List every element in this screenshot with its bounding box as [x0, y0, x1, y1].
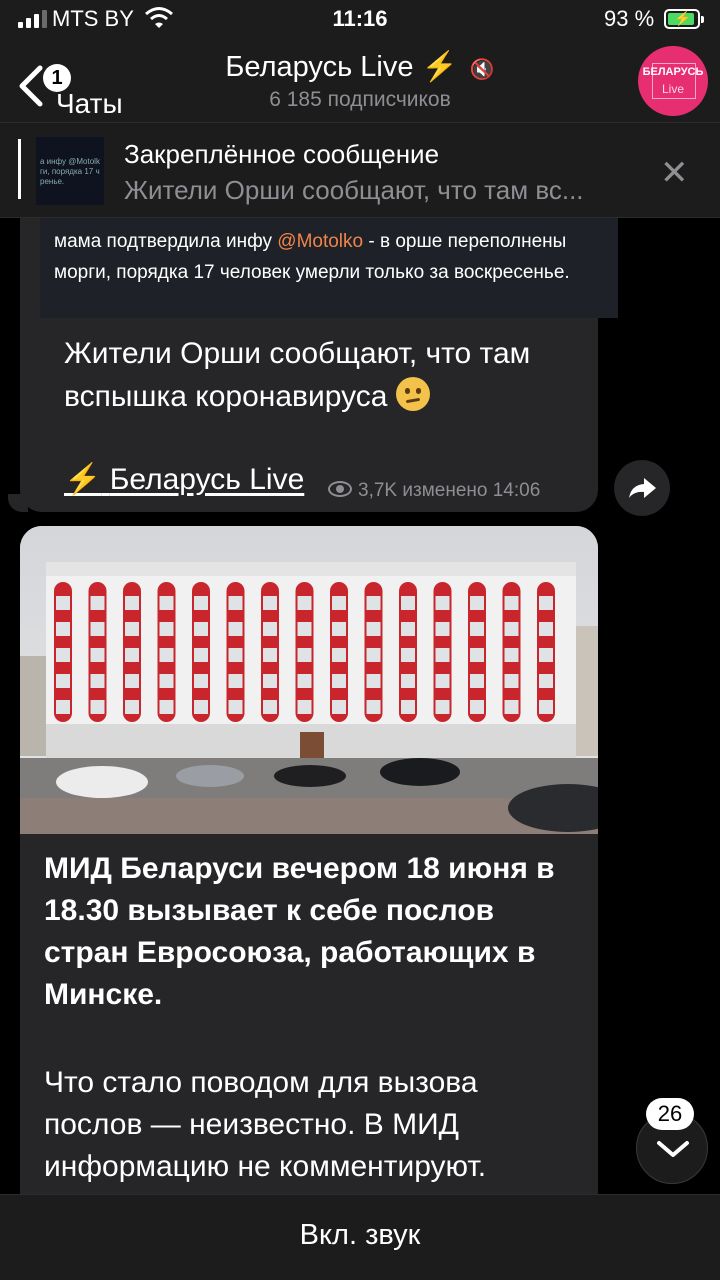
share-button[interactable]	[614, 460, 670, 516]
channel-avatar[interactable]: БЕЛАРУСЬ Live	[638, 46, 708, 116]
close-icon[interactable]: ✕	[660, 153, 689, 193]
lightning-icon: ⚡	[64, 463, 102, 496]
pinned-message-bar[interactable]: а инфу @Motolk ги, порядка 17 ч ренье. З…	[0, 122, 720, 218]
forward-arrow-icon	[629, 478, 656, 498]
channel-title[interactable]: Беларусь Live ⚡ 🔇	[0, 50, 720, 84]
avatar-line2: Live	[661, 82, 684, 96]
battery-icon: ⚡	[664, 9, 704, 29]
unmute-button[interactable]: Вкл. звук	[0, 1219, 720, 1252]
message-bubble[interactable]: мама подтвердила инфу @Motolko - в орше …	[20, 218, 618, 512]
channel-signature-link[interactable]: ⚡ Беларусь Live	[64, 462, 304, 497]
ministry-building-photo[interactable]	[20, 526, 598, 834]
message-list[interactable]: мама подтвердила инфу @Motolko - в орше …	[0, 218, 720, 1194]
mention-link: @Motolko	[277, 231, 364, 252]
pinned-indicator	[18, 139, 21, 199]
bottom-bar: Вкл. звук	[0, 1194, 720, 1280]
muted-speaker-icon: 🔇	[469, 59, 495, 81]
edited-time: изменено 14:06	[402, 480, 541, 501]
message-text: Жители Орши сообщают, что там вспышка ко…	[64, 337, 531, 413]
channel-name: Беларусь Live	[225, 51, 414, 83]
chat-header: 1 Чаты Беларусь Live ⚡ 🔇 6 185 подписчик…	[0, 40, 720, 122]
subscriber-count: 6 185 подписчиков	[269, 88, 451, 111]
message-text: Что стало поводом для вызова послов — не…	[44, 1066, 487, 1183]
pinned-preview: Жители Орши сообщают, что там вс...	[124, 175, 584, 205]
quoted-tweet-text: мама подтвердила инфу @Motolko - в орше …	[54, 231, 570, 283]
view-count: 3,7K	[358, 480, 398, 501]
message-meta: 3,7K изменено 14:06	[328, 480, 540, 502]
pinned-title: Закреплённое сообщение	[124, 139, 440, 169]
unread-count-badge: 26	[646, 1098, 694, 1130]
message-headline: МИД Беларуси вечером 18 июня в 18.30 выз…	[44, 852, 555, 1011]
eye-icon	[328, 481, 352, 497]
pinned-thumbnail: а инфу @Motolk ги, порядка 17 ч ренье.	[36, 137, 104, 205]
status-bar: MTS BY 11:16 93 % ⚡	[0, 0, 720, 40]
message-bubble[interactable]: МИД Беларуси вечером 18 июня в 18.30 выз…	[20, 526, 598, 1194]
battery-percent: 93 %	[604, 6, 655, 31]
lightning-icon: ⚡	[421, 51, 458, 83]
avatar-line1: БЕЛАРУСЬ	[642, 66, 704, 78]
confused-face-emoji	[395, 377, 430, 411]
